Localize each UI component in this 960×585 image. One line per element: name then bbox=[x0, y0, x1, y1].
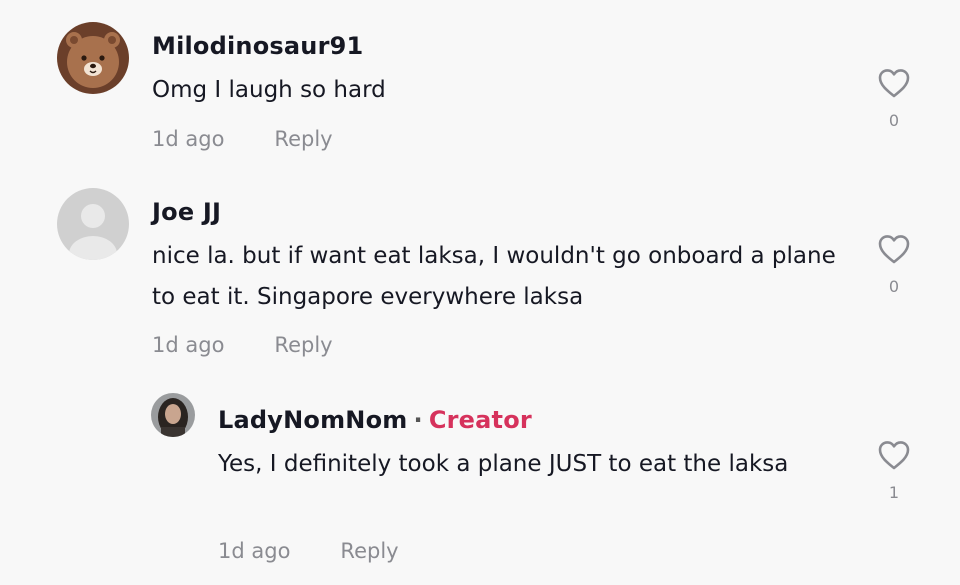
user-photo-avatar-icon[interactable] bbox=[151, 393, 195, 437]
separator-dot: · bbox=[413, 406, 423, 434]
reply-item: LadyNomNom · Creator Yes, I definitely too… bbox=[0, 0, 960, 585]
reply-username: LadyNomNom · Creator bbox=[218, 406, 532, 434]
reply-timestamp: 1d ago bbox=[218, 539, 291, 563]
like-control: 1 bbox=[874, 439, 914, 502]
reply-text: Yes, I definitely took a plane JUST to e… bbox=[218, 451, 789, 477]
like-count: 1 bbox=[888, 483, 900, 502]
reply-meta: 1d ago Reply bbox=[218, 539, 399, 563]
creator-username[interactable]: LadyNomNom bbox=[218, 406, 407, 434]
creator-badge: Creator bbox=[428, 406, 532, 434]
heart-icon[interactable] bbox=[877, 439, 911, 471]
reply-button[interactable]: Reply bbox=[340, 539, 398, 563]
